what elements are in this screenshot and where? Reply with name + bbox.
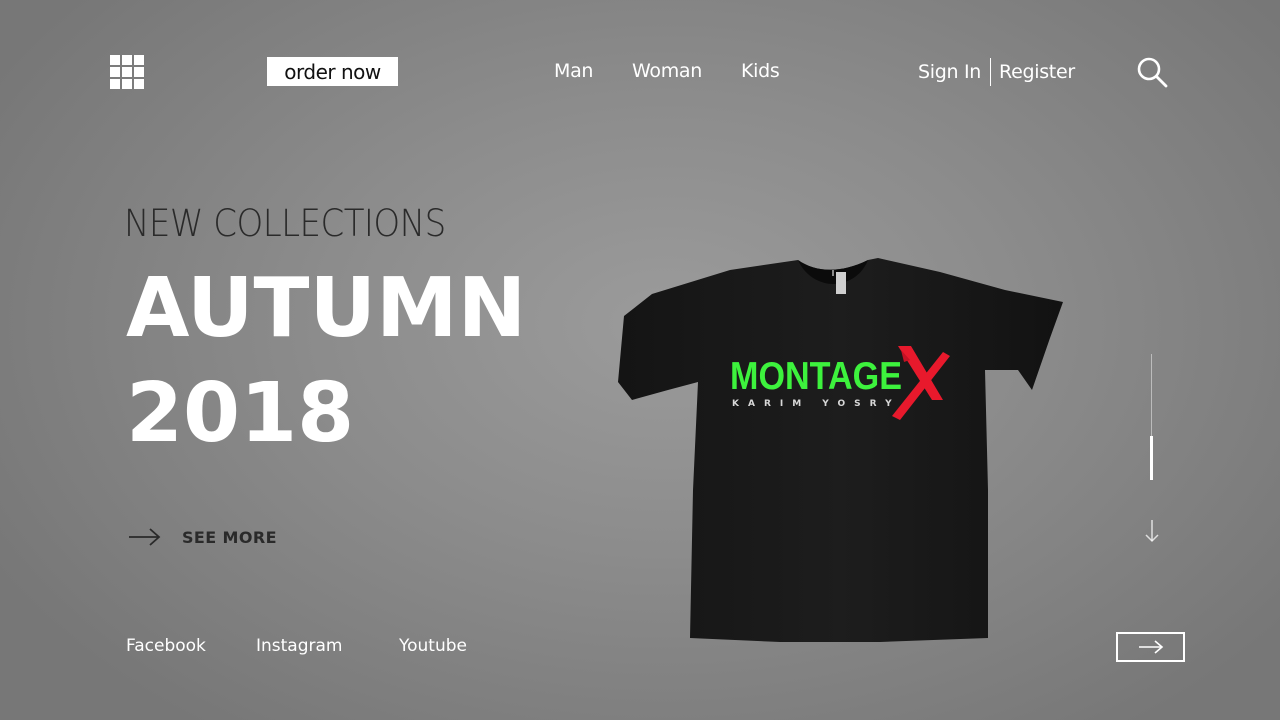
- see-more-label: SEE MORE: [182, 527, 277, 547]
- nav-item-man[interactable]: Man: [554, 60, 632, 82]
- hero-year: 2018: [126, 366, 355, 461]
- next-slide-button[interactable]: [1116, 632, 1185, 662]
- hero-eyebrow: NEW COLLECTIONS: [124, 202, 446, 245]
- instagram-link[interactable]: Instagram: [256, 636, 343, 656]
- product-tshirt-image: MONTAGE KARIM YOSRY: [618, 258, 1063, 642]
- auth-links: Sign In Register: [918, 58, 1075, 86]
- youtube-link[interactable]: Youtube: [399, 636, 467, 656]
- nav-item-woman[interactable]: Woman: [632, 60, 741, 82]
- arrow-right-icon: [1138, 640, 1163, 654]
- register-link[interactable]: Register: [999, 61, 1075, 83]
- search-icon[interactable]: [1136, 56, 1168, 88]
- see-more-link[interactable]: SEE MORE: [128, 526, 277, 548]
- slide-progress-thumb[interactable]: [1150, 436, 1153, 480]
- shirt-designer-text: KARIM YOSRY: [732, 399, 901, 409]
- hero-title: AUTUMN: [126, 261, 527, 356]
- grid-menu-icon[interactable]: [110, 55, 146, 89]
- arrow-down-icon[interactable]: [1143, 518, 1161, 544]
- auth-divider: [990, 58, 992, 86]
- facebook-link[interactable]: Facebook: [126, 636, 206, 656]
- main-nav: Man Woman Kids: [554, 60, 780, 82]
- nav-item-kids[interactable]: Kids: [741, 60, 780, 82]
- sign-in-link[interactable]: Sign In: [918, 61, 981, 83]
- arrow-right-icon: [129, 528, 161, 546]
- order-now-button[interactable]: order now: [267, 57, 398, 86]
- shirt-brand-text: MONTAGE: [730, 355, 902, 398]
